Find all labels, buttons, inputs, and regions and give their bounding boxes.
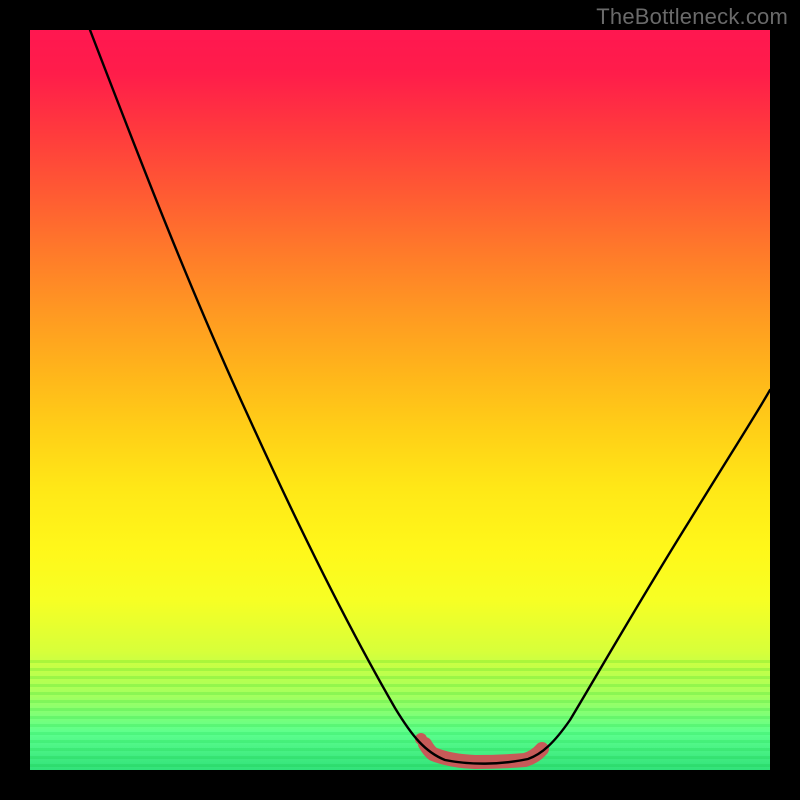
- chart-frame: TheBottleneck.com: [0, 0, 800, 800]
- curve-svg: [30, 30, 770, 770]
- bottleneck-curve: [90, 30, 770, 764]
- watermark-text: TheBottleneck.com: [596, 4, 788, 30]
- plot-area: [30, 30, 770, 770]
